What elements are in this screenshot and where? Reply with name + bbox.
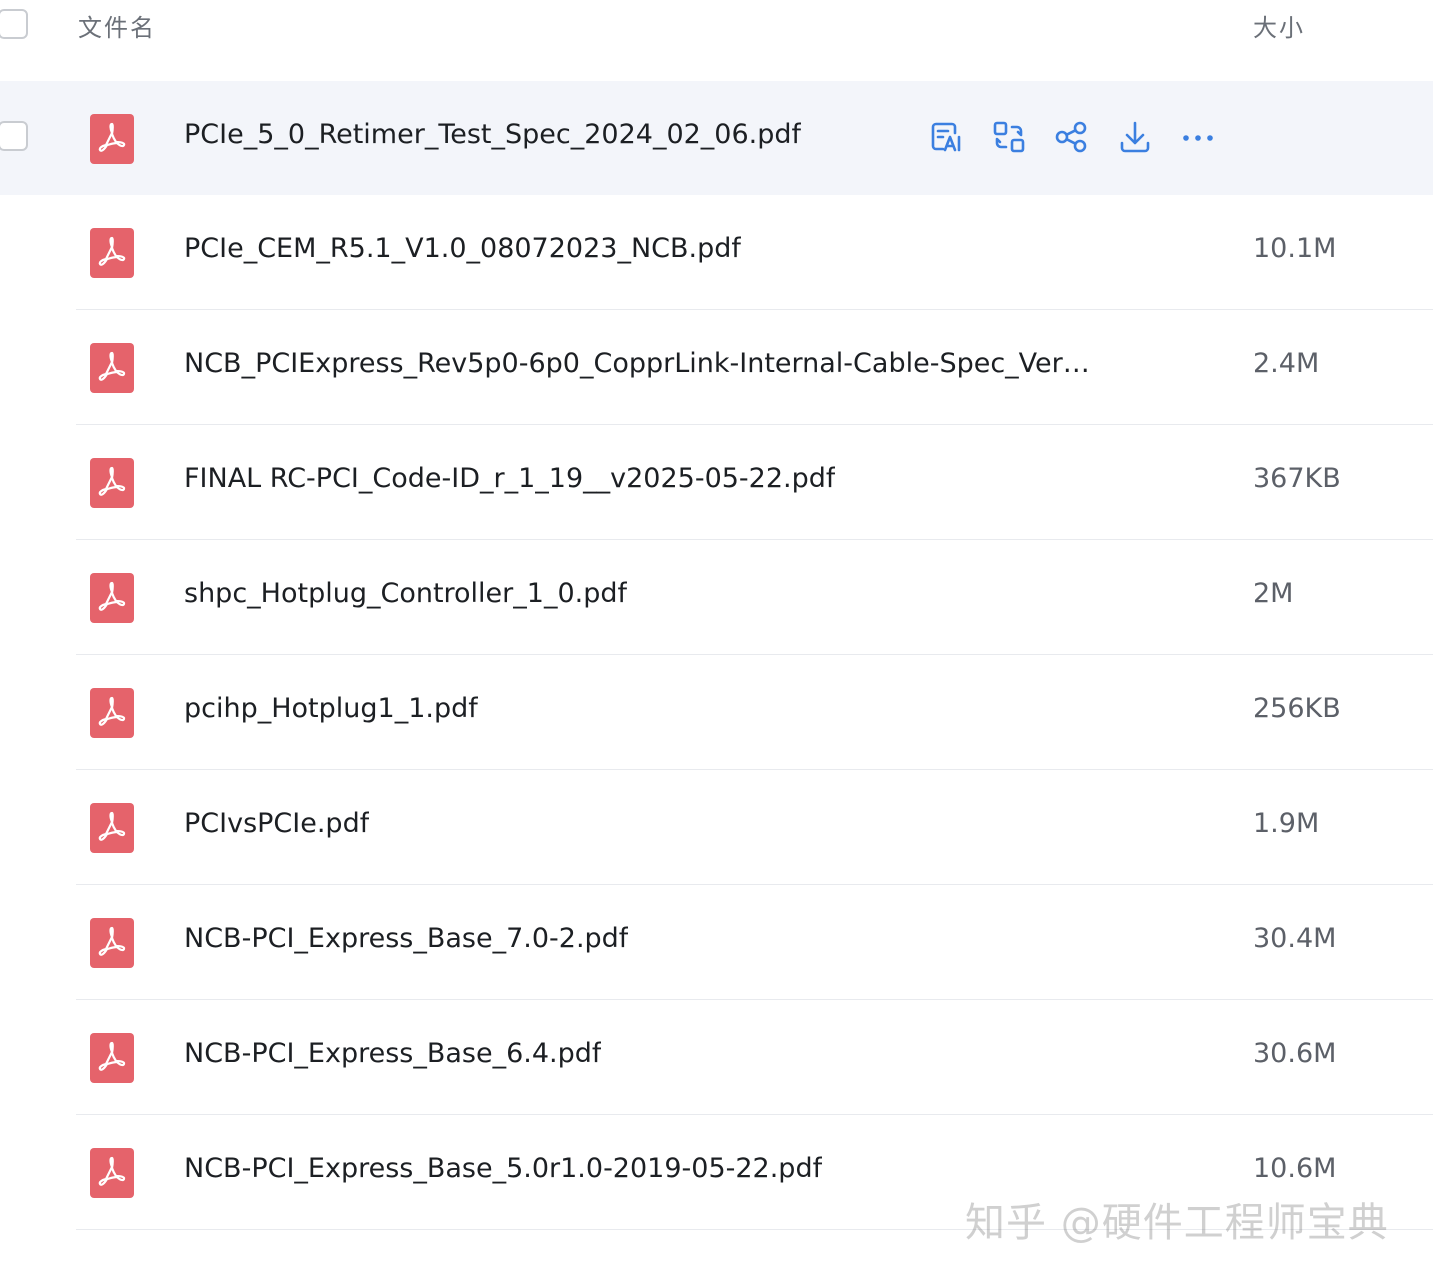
file-size: 2.4M xyxy=(1253,348,1320,379)
file-row[interactable]: NCB_PCIExpress_Rev5p0-6p0_CopprLink-Inte… xyxy=(0,310,1433,425)
download-icon[interactable] xyxy=(1117,119,1153,155)
pdf-file-icon xyxy=(90,228,134,278)
watermark: 知乎 @硬件工程师宝典 xyxy=(965,1200,1389,1246)
pdf-file-icon xyxy=(90,688,134,738)
file-name[interactable]: NCB-PCI_Express_Base_7.0-2.pdf xyxy=(184,923,628,954)
file-name[interactable]: NCB_PCIExpress_Rev5p0-6p0_CopprLink-Inte… xyxy=(184,348,1104,379)
convert-icon[interactable] xyxy=(991,119,1027,155)
file-name[interactable]: NCB-PCI_Express_Base_5.0r1.0-2019-05-22.… xyxy=(184,1153,822,1184)
ai-read-icon[interactable] xyxy=(928,119,964,155)
file-row[interactable]: PCIe_5_0_Retimer_Test_Spec_2024_02_06.pd… xyxy=(0,81,1433,195)
file-size: 367KB xyxy=(1253,463,1341,494)
file-name[interactable]: shpc_Hotplug_Controller_1_0.pdf xyxy=(184,578,627,609)
share-icon[interactable] xyxy=(1053,119,1089,155)
file-name[interactable]: FINAL RC-PCI_Code-ID_r_1_19__v2025-05-22… xyxy=(184,463,835,494)
file-row[interactable]: shpc_Hotplug_Controller_1_0.pdf 2M xyxy=(0,540,1433,655)
list-header: 文件名 大小 xyxy=(0,0,1433,50)
pdf-file-icon xyxy=(90,458,134,508)
file-name[interactable]: PCIe_CEM_R5.1_V1.0_08072023_NCB.pdf xyxy=(184,233,741,264)
select-all-checkbox[interactable] xyxy=(0,9,28,39)
pdf-file-icon xyxy=(90,343,134,393)
pdf-file-icon xyxy=(90,114,134,164)
file-row[interactable]: PCIvsPCIe.pdf 1.9M xyxy=(0,770,1433,885)
pdf-file-icon xyxy=(90,573,134,623)
pdf-file-icon xyxy=(90,918,134,968)
more-icon[interactable] xyxy=(1180,119,1216,155)
file-name[interactable]: PCIvsPCIe.pdf xyxy=(184,808,369,839)
file-size: 30.4M xyxy=(1253,923,1337,954)
file-row[interactable]: pcihp_Hotplug1_1.pdf 256KB xyxy=(0,655,1433,770)
column-header-name[interactable]: 文件名 xyxy=(78,8,156,43)
file-size: 10.6M xyxy=(1253,1153,1337,1184)
file-row[interactable]: PCIe_CEM_R5.1_V1.0_08072023_NCB.pdf 10.1… xyxy=(0,195,1433,310)
file-name[interactable]: NCB-PCI_Express_Base_6.4.pdf xyxy=(184,1038,601,1069)
file-name[interactable]: pcihp_Hotplug1_1.pdf xyxy=(184,693,478,724)
row-checkbox[interactable] xyxy=(0,121,28,151)
column-header-size[interactable]: 大小 xyxy=(1253,8,1305,43)
file-name[interactable]: PCIe_5_0_Retimer_Test_Spec_2024_02_06.pd… xyxy=(184,119,801,150)
file-size: 1.9M xyxy=(1253,808,1320,839)
pdf-file-icon xyxy=(90,1033,134,1083)
pdf-file-icon xyxy=(90,1148,134,1198)
pdf-file-icon xyxy=(90,803,134,853)
file-size: 2M xyxy=(1253,578,1294,609)
file-size: 10.1M xyxy=(1253,233,1337,264)
file-row[interactable]: FINAL RC-PCI_Code-ID_r_1_19__v2025-05-22… xyxy=(0,425,1433,540)
file-row[interactable]: NCB-PCI_Express_Base_7.0-2.pdf 30.4M xyxy=(0,885,1433,1000)
file-size: 30.6M xyxy=(1253,1038,1337,1069)
file-list-page: 文件名 大小 PCIe_5_0_Retimer_Test_Spec_2024_0… xyxy=(0,0,1433,1275)
file-row[interactable]: NCB-PCI_Express_Base_6.4.pdf 30.6M xyxy=(0,1000,1433,1115)
file-rows: PCIe_5_0_Retimer_Test_Spec_2024_02_06.pd… xyxy=(0,81,1433,1230)
file-size: 256KB xyxy=(1253,693,1341,724)
